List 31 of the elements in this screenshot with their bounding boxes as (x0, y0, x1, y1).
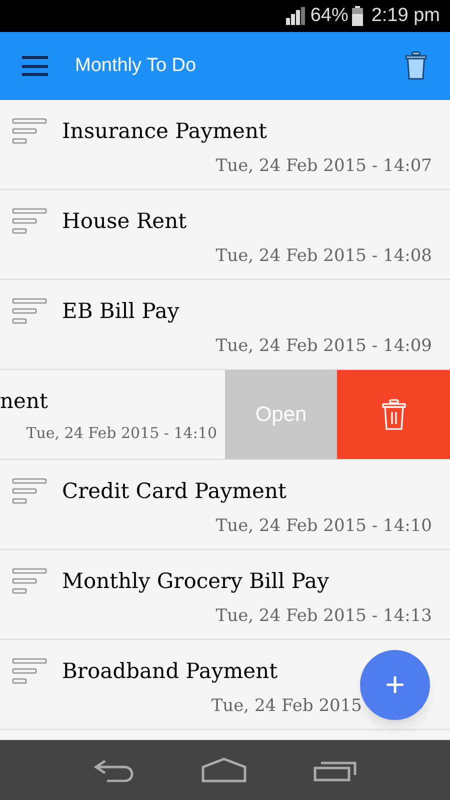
item-date: Tue, 24 Feb 2015 - 14:10 (216, 514, 432, 538)
item-date: Tue, 24 Feb 2015 - 14:09 (216, 334, 432, 358)
trash-icon (404, 50, 428, 82)
item-date: Tue, 24 Feb 2015 (211, 694, 362, 718)
lines-icon (12, 656, 48, 687)
lines-icon (12, 296, 48, 327)
lines-icon (12, 116, 48, 147)
item-title: nent (0, 388, 49, 415)
battery-percent: 64% (310, 4, 348, 28)
battery-icon (352, 6, 364, 26)
clock: 2:19 pm (371, 4, 440, 28)
item-title: Monthly Grocery Bill Pay (62, 568, 329, 595)
item-date: Tue, 24 Feb 2015 - 14:08 (216, 244, 432, 268)
delete-all-button[interactable] (404, 50, 428, 82)
item-date: Tue, 24 Feb 2015 - 14:13 (216, 604, 432, 628)
item-date: Tue, 24 Feb 2015 - 14:07 (216, 154, 432, 178)
item-title: EB Bill Pay (62, 298, 180, 325)
back-icon[interactable] (93, 758, 135, 782)
signal-icon (286, 7, 306, 25)
item-title: House Rent (62, 208, 187, 235)
lines-icon (12, 206, 48, 237)
item-date: Tue, 24 Feb 2015 - 14:10 (26, 423, 217, 444)
item-title: Insurance Payment (62, 118, 267, 145)
item-title: Broadband Payment (62, 658, 278, 685)
item-title: Credit Card Payment (62, 478, 286, 505)
lines-icon (12, 566, 48, 597)
home-icon[interactable] (201, 757, 247, 783)
trash-icon (380, 398, 406, 430)
menu-icon[interactable] (22, 56, 48, 76)
app-title: Monthly To Do (75, 54, 198, 78)
lines-icon (12, 476, 48, 507)
